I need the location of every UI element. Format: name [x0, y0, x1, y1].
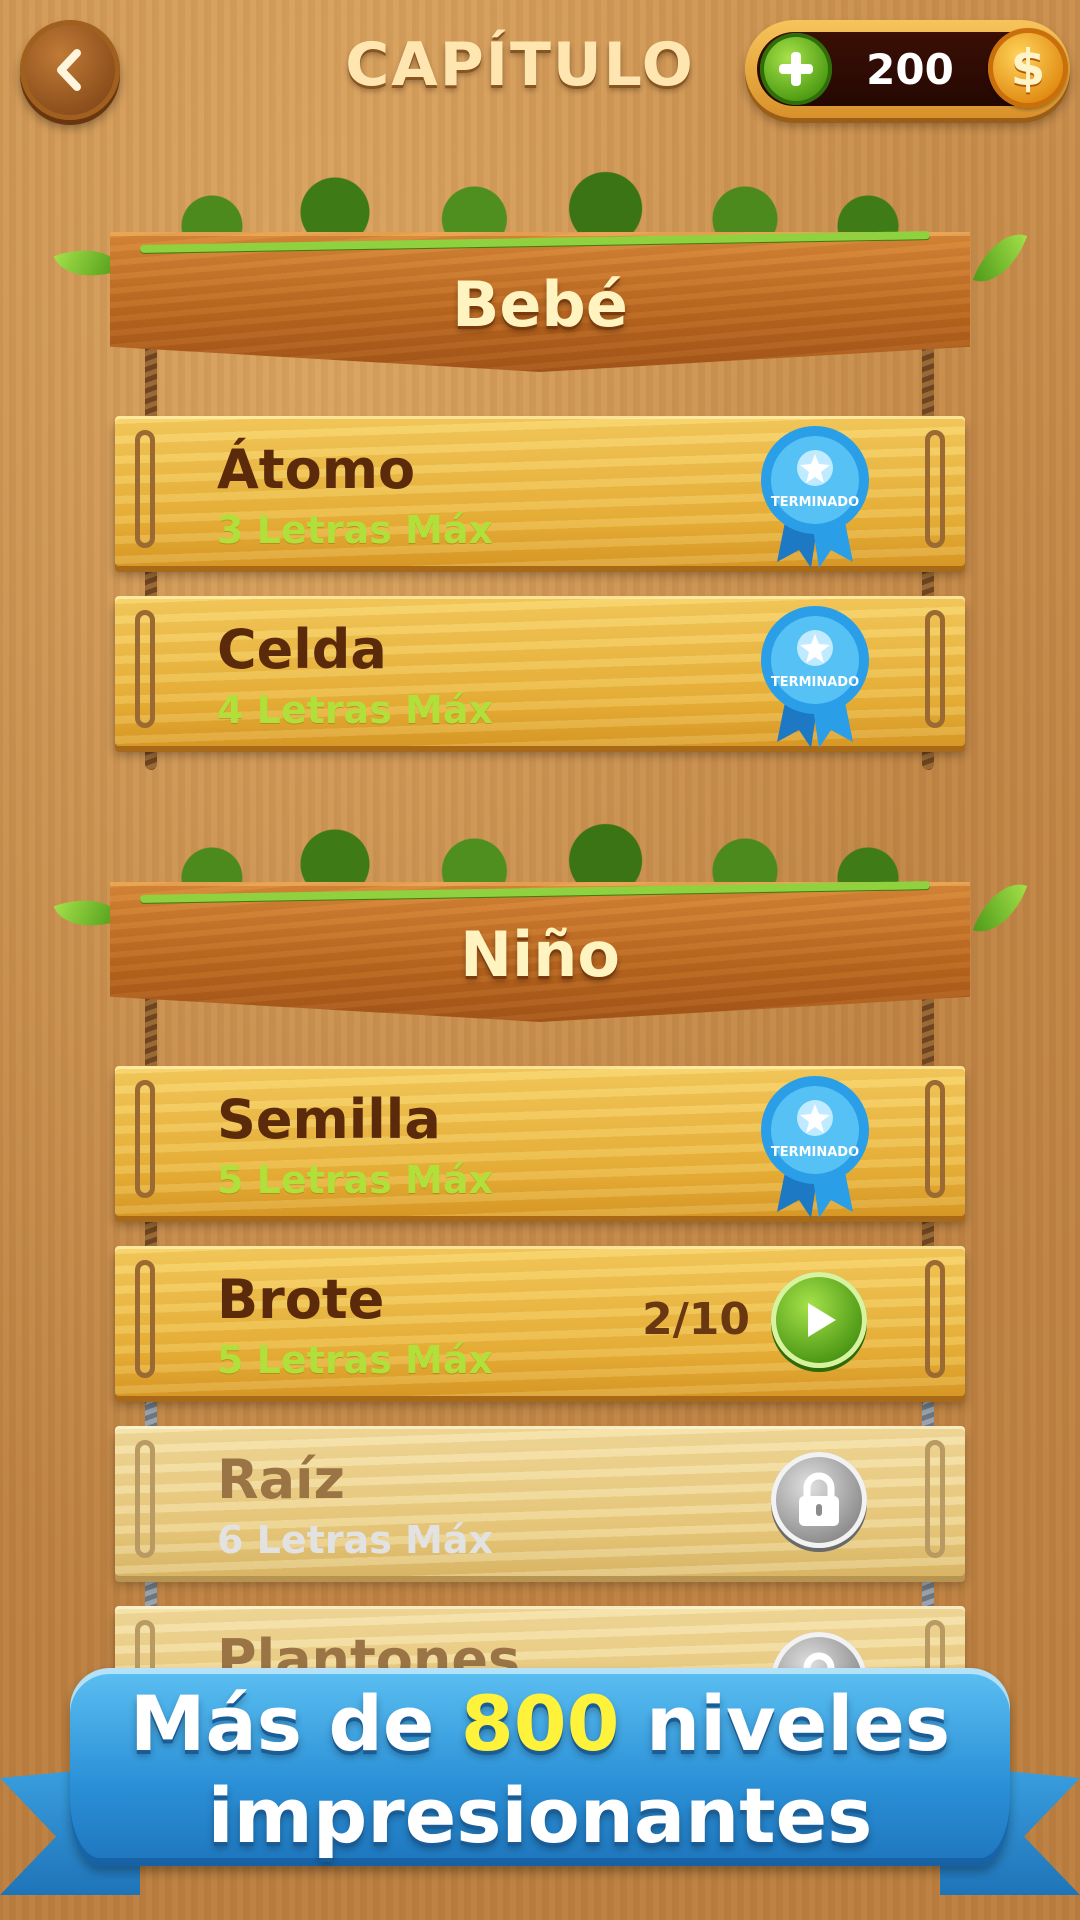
- dollar-coin-icon: $: [988, 28, 1068, 108]
- bush-decoration: [130, 822, 950, 892]
- coin-count: 200: [866, 45, 954, 94]
- level-subtitle: 6 Letras Máx: [217, 1518, 494, 1562]
- level-name: Raíz: [217, 1448, 345, 1511]
- leaf-decoration: [972, 223, 1028, 293]
- page-title: CAPÍTULO: [345, 30, 695, 100]
- chapter-title: Niño: [460, 918, 620, 991]
- back-button[interactable]: [20, 20, 120, 120]
- play-button[interactable]: [771, 1272, 867, 1368]
- plus-icon: [779, 52, 813, 86]
- level-subtitle: 5 Letras Máx: [217, 1338, 494, 1382]
- ribbon-badge-icon: TERMINADO: [761, 426, 869, 568]
- leaf-decoration: [972, 873, 1028, 943]
- level-card-brote[interactable]: Brote 5 Letras Máx 2/10: [115, 1246, 965, 1396]
- level-subtitle: 5 Letras Máx: [217, 1158, 494, 1202]
- svg-text:TERMINADO: TERMINADO: [771, 1145, 859, 1160]
- chapter-title: Bebé: [452, 268, 628, 341]
- add-coins-button[interactable]: [760, 33, 832, 105]
- svg-text:TERMINADO: TERMINADO: [771, 675, 859, 690]
- chevron-left-icon: [57, 49, 81, 91]
- lock-button: [771, 1452, 867, 1548]
- svg-text:TERMINADO: TERMINADO: [771, 495, 859, 510]
- level-card-semilla[interactable]: Semilla 5 Letras Máx TERMINADO: [115, 1066, 965, 1218]
- level-name: Celda: [217, 618, 387, 681]
- level-progress: 2/10: [642, 1294, 750, 1345]
- ribbon-badge-icon: TERMINADO: [761, 606, 869, 748]
- level-subtitle: 4 Letras Máx: [217, 688, 494, 732]
- level-name: Semilla: [217, 1088, 441, 1151]
- level-name: Átomo: [217, 438, 416, 501]
- level-card-raiz[interactable]: Raíz 6 Letras Máx: [115, 1426, 965, 1576]
- promo-text: Más de 800 niveles impresionantes: [129, 1679, 951, 1860]
- level-subtitle: 3 Letras Máx: [217, 508, 494, 552]
- play-icon: [808, 1303, 836, 1337]
- promo-level-count: 800: [460, 1679, 620, 1768]
- level-name: Brote: [217, 1268, 385, 1331]
- level-card-atomo[interactable]: Átomo 3 Letras Máx TERMINADO: [115, 416, 965, 568]
- ribbon-badge-icon: TERMINADO: [761, 1076, 869, 1218]
- bush-decoration: [130, 170, 950, 240]
- level-card-celda[interactable]: Celda 4 Letras Máx TERMINADO: [115, 596, 965, 748]
- lock-icon: [799, 1472, 839, 1526]
